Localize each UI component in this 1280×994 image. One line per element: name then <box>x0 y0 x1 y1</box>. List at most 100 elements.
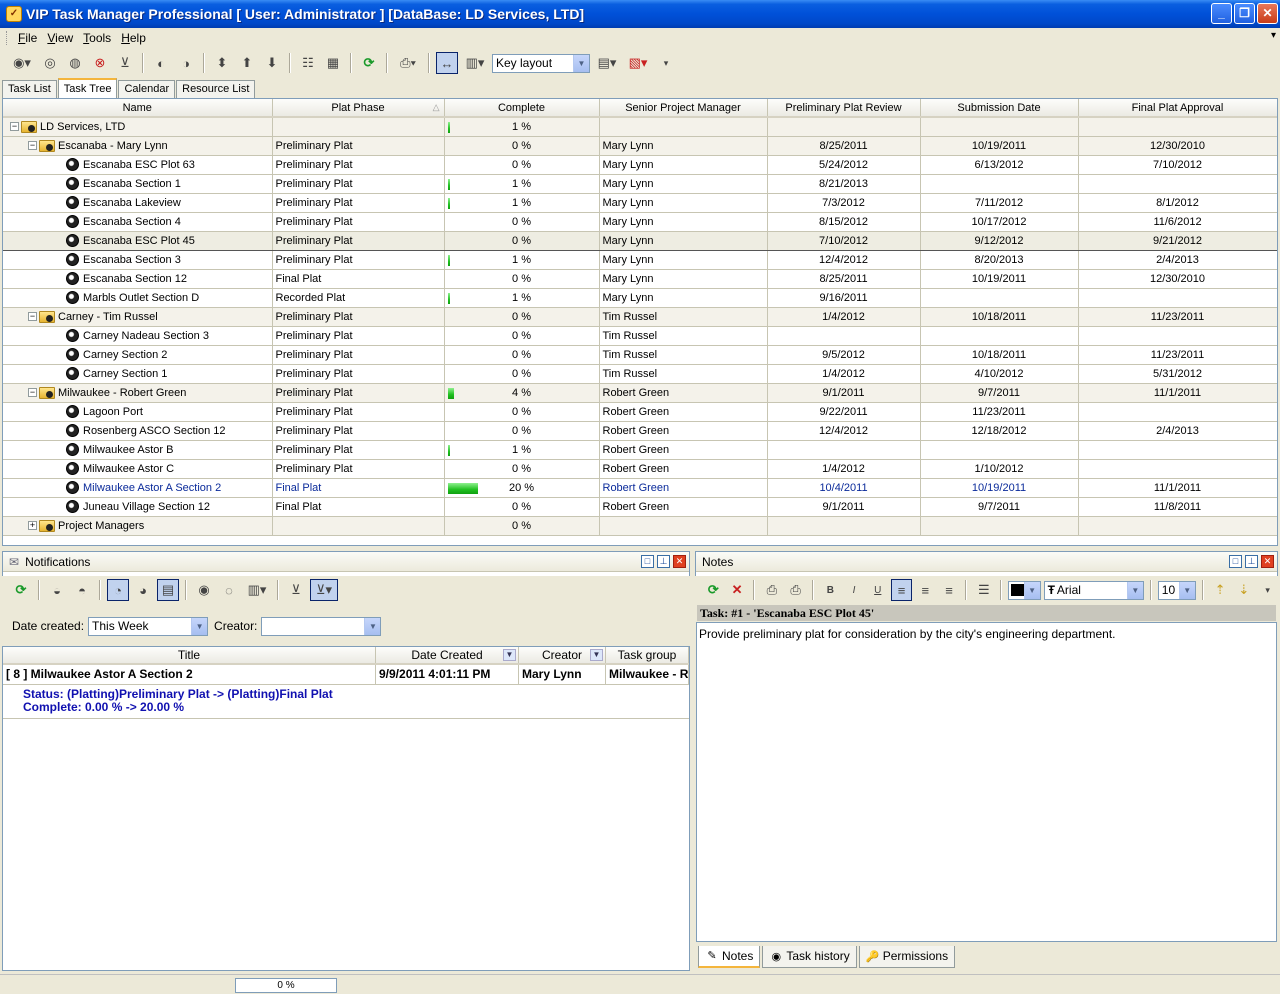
task-name-cell[interactable]: Marbls Outlet Section D <box>3 288 273 308</box>
submission-date-cell[interactable]: 10/19/2011 <box>920 478 1079 498</box>
plat-phase-cell[interactable]: Preliminary Plat <box>272 345 445 365</box>
final-plat-approval-cell[interactable]: 11/1/2011 <box>1078 478 1277 498</box>
filter-options-icon[interactable]: ⊻▾ <box>310 579 338 601</box>
column-header-complete[interactable]: Complete <box>444 99 600 118</box>
collapse-icon[interactable]: − <box>28 388 37 397</box>
senior-project-manager-cell[interactable] <box>599 516 768 536</box>
plat-phase-cell[interactable]: Preliminary Plat <box>272 155 445 175</box>
show-unread-icon[interactable]: ◔ <box>107 579 129 601</box>
senior-project-manager-cell[interactable]: Mary Lynn <box>599 136 768 156</box>
senior-project-manager-cell[interactable]: Robert Green <box>599 421 768 441</box>
final-plat-approval-cell[interactable]: 9/21/2012 <box>1078 230 1277 251</box>
notes-text[interactable]: Provide preliminary plat for considerati… <box>699 627 1116 641</box>
senior-project-manager-cell[interactable]: Robert Green <box>599 440 768 460</box>
delete-task-icon[interactable]: ⊗ <box>89 52 111 74</box>
column-header-creator[interactable]: Creator ▼ <box>519 647 606 663</box>
final-plat-approval-cell[interactable]: 2/4/2013 <box>1078 421 1277 441</box>
senior-project-manager-cell[interactable]: Robert Green <box>599 402 768 422</box>
plat-phase-cell[interactable]: Preliminary Plat <box>272 212 445 232</box>
notifications-grid[interactable]: Title Date Created ▼ Creator ▼ Task group … <box>2 646 690 971</box>
final-plat-approval-cell[interactable]: 12/30/2010 <box>1078 136 1277 156</box>
plat-phase-cell[interactable]: Preliminary Plat <box>272 364 445 384</box>
task-row[interactable]: Milwaukee Astor A Section 2 Final Plat 2… <box>3 478 1277 498</box>
senior-project-manager-cell[interactable]: Mary Lynn <box>599 288 768 308</box>
tab-calendar[interactable]: Calendar <box>118 80 176 98</box>
senior-project-manager-cell[interactable]: Tim Russel <box>599 345 768 365</box>
maximize-pane-icon[interactable]: □ <box>1229 555 1242 568</box>
complete-cell[interactable]: 0 % <box>444 307 600 327</box>
tab-task-history[interactable]: ◉ Task history <box>762 946 857 968</box>
details-icon[interactable]: ▤ <box>157 579 179 601</box>
senior-project-manager-cell[interactable]: Robert Green <box>599 478 768 498</box>
submission-date-cell[interactable]: 1/10/2012 <box>920 459 1079 479</box>
chevron-down-icon[interactable]: ▼ <box>1126 581 1143 599</box>
task-row[interactable]: Milwaukee Astor B Preliminary Plat 1 % R… <box>3 440 1277 460</box>
task-row[interactable]: Escanaba Section 4 Preliminary Plat 0 % … <box>3 212 1277 232</box>
task-row[interactable]: Juneau Village Section 12 Final Plat 0 %… <box>3 497 1277 517</box>
submission-date-cell[interactable] <box>920 440 1079 460</box>
date-created-select[interactable]: This Week ▼ <box>88 616 209 636</box>
chevron-down-icon[interactable]: ▼ <box>364 617 381 635</box>
filter-icon[interactable]: ⊻ <box>285 579 307 601</box>
toolbar-options-icon[interactable]: ▾ <box>1257 579 1278 601</box>
task-row[interactable]: Escanaba ESC Plot 45 Preliminary Plat 0 … <box>3 230 1277 251</box>
task-row[interactable]: Rosenberg ASCO Section 12 Preliminary Pl… <box>3 421 1277 441</box>
collapse-icon[interactable]: − <box>28 141 37 150</box>
delete-layout-icon[interactable]: ▧▾ <box>624 52 652 74</box>
font-select[interactable]: Ŧ Arial ▼ <box>1043 580 1144 600</box>
complete-cell[interactable]: 0 % <box>444 269 600 289</box>
submission-date-cell[interactable]: 10/18/2011 <box>920 345 1079 365</box>
tab-resource-list[interactable]: Resource List <box>176 80 256 98</box>
task-name-cell[interactable]: Rosenberg ASCO Section 12 <box>3 421 273 441</box>
final-plat-approval-cell[interactable]: 2/4/2013 <box>1078 250 1277 270</box>
preliminary-plat-review-cell[interactable]: 8/25/2011 <box>767 136 921 156</box>
complete-cell[interactable]: 0 % <box>444 402 600 422</box>
expand-icon[interactable]: + <box>28 521 37 530</box>
final-plat-approval-cell[interactable] <box>1078 440 1277 460</box>
complete-cell[interactable]: 0 % <box>444 230 600 251</box>
submission-date-cell[interactable]: 8/20/2013 <box>920 250 1079 270</box>
complete-cell[interactable]: 0 % <box>444 421 600 441</box>
complete-cell[interactable]: 0 % <box>444 364 600 384</box>
pin-icon[interactable]: ⊥ <box>657 555 670 568</box>
complete-cell[interactable]: 1 % <box>444 250 600 270</box>
submission-date-cell[interactable] <box>920 516 1079 536</box>
task-row[interactable]: Escanaba Section 3 Preliminary Plat 1 % … <box>3 250 1277 270</box>
plat-phase-cell[interactable]: Preliminary Plat <box>272 459 445 479</box>
preliminary-plat-review-cell[interactable]: 8/21/2013 <box>767 174 921 194</box>
preliminary-plat-review-cell[interactable]: 8/25/2011 <box>767 269 921 289</box>
final-plat-approval-cell[interactable] <box>1078 459 1277 479</box>
tab-task-tree[interactable]: Task Tree <box>57 78 118 99</box>
task-row[interactable]: Escanaba ESC Plot 63 Preliminary Plat 0 … <box>3 155 1277 175</box>
preliminary-plat-review-cell[interactable]: 10/4/2011 <box>767 478 921 498</box>
plat-phase-cell[interactable]: Final Plat <box>272 269 445 289</box>
restore-button[interactable]: ❐ <box>1234 3 1255 24</box>
complete-cell[interactable]: 1 % <box>444 117 600 137</box>
submission-date-cell[interactable] <box>920 117 1079 137</box>
submission-date-cell[interactable]: 9/7/2011 <box>920 383 1079 403</box>
final-plat-approval-cell[interactable]: 11/6/2012 <box>1078 212 1277 232</box>
complete-cell[interactable]: 4 % <box>444 383 600 403</box>
plat-phase-cell[interactable]: Recorded Plat <box>272 288 445 308</box>
collapse-icon[interactable]: − <box>10 122 19 132</box>
submission-date-cell[interactable]: 10/19/2011 <box>920 136 1079 156</box>
task-row[interactable]: Escanaba Lakeview Preliminary Plat 1 % M… <box>3 193 1277 213</box>
chevron-down-icon[interactable]: ▼ <box>1023 581 1040 599</box>
group-row[interactable]: − Milwaukee - Robert Green Preliminary Pl… <box>3 383 1277 403</box>
task-name-cell[interactable]: Escanaba Section 3 <box>3 250 273 270</box>
senior-project-manager-cell[interactable]: Tim Russel <box>599 364 768 384</box>
plat-phase-cell[interactable]: Preliminary Plat <box>272 230 445 251</box>
plat-phase-cell[interactable]: Preliminary Plat <box>272 174 445 194</box>
pin-icon[interactable]: ⊥ <box>1245 555 1258 568</box>
final-plat-approval-cell[interactable]: 11/23/2011 <box>1078 345 1277 365</box>
preliminary-plat-review-cell[interactable] <box>767 117 921 137</box>
move-down-icon[interactable]: ⬇ <box>261 52 283 74</box>
plat-phase-cell[interactable] <box>272 516 445 536</box>
chevron-down-icon[interactable]: ▼ <box>573 54 589 72</box>
final-plat-approval-cell[interactable]: 11/1/2011 <box>1078 383 1277 403</box>
task-row[interactable]: Carney Nadeau Section 3 Preliminary Plat… <box>3 326 1277 346</box>
align-center-icon[interactable]: ≡ <box>915 579 936 601</box>
senior-project-manager-cell[interactable]: Tim Russel <box>599 307 768 327</box>
copy-task-icon[interactable]: ◍ <box>64 52 86 74</box>
menu-file[interactable]: File <box>13 31 42 45</box>
